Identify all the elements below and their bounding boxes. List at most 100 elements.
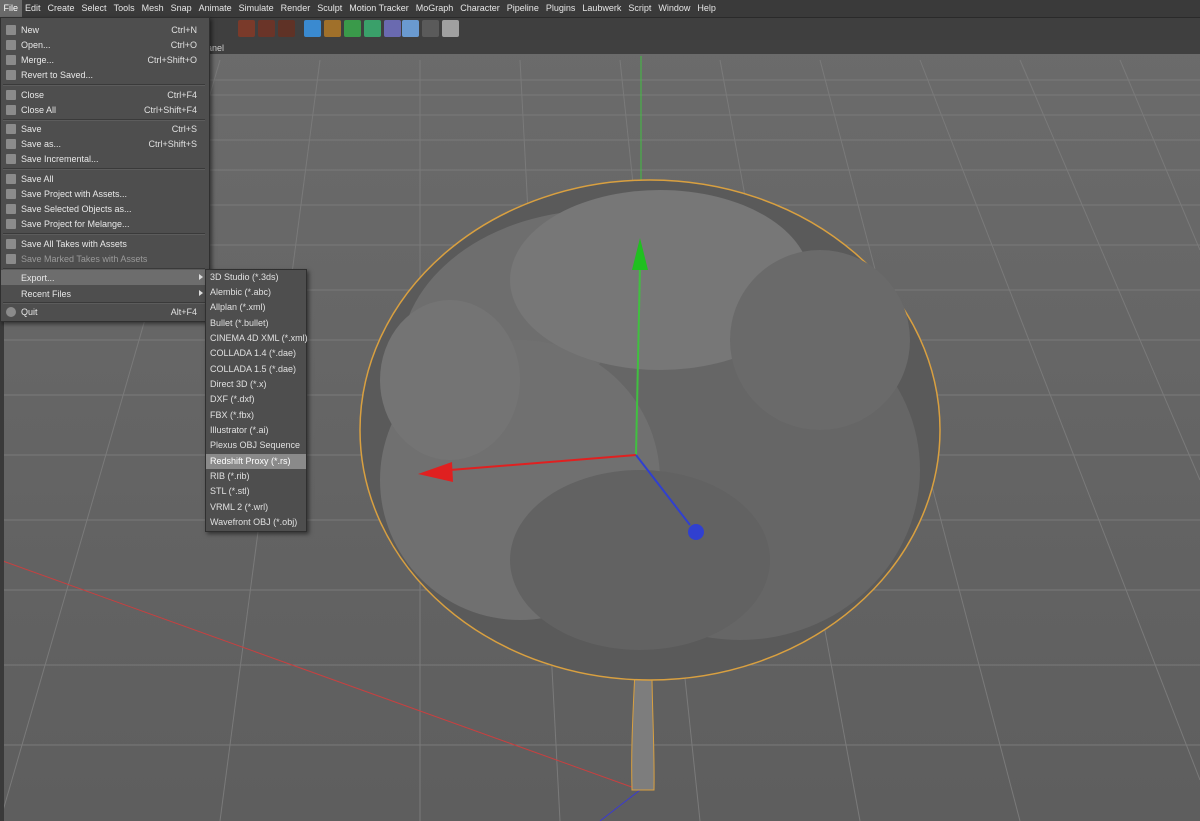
menu-item-label: Save Project for Melange... bbox=[21, 218, 130, 229]
render-view-icon[interactable] bbox=[238, 20, 255, 37]
menu-separator bbox=[3, 84, 205, 86]
export-item-collada-15[interactable]: COLLADA 1.5 (*.dae) bbox=[206, 362, 306, 377]
menu-item-label: Export... bbox=[21, 272, 55, 283]
save-melange-icon bbox=[6, 218, 16, 229]
menu-laubwerk[interactable]: Laubwerk bbox=[579, 0, 625, 17]
menu-item-save-marked-takes: Save Marked Takes with Assets bbox=[1, 251, 207, 266]
export-item-bullet[interactable]: Bullet (*.bullet) bbox=[206, 316, 306, 331]
menu-item-label: Save Selected Objects as... bbox=[21, 203, 132, 214]
menu-render[interactable]: Render bbox=[277, 0, 314, 17]
tree-foliage[interactable] bbox=[359, 179, 941, 681]
export-item-3ds[interactable]: 3D Studio (*.3ds) bbox=[206, 270, 306, 285]
save-takes-icon bbox=[6, 238, 16, 249]
menu-item-merge[interactable]: Merge... Ctrl+Shift+O bbox=[1, 52, 207, 67]
menu-separator bbox=[3, 168, 205, 170]
menu-pipeline[interactable]: Pipeline bbox=[503, 0, 542, 17]
new-file-icon bbox=[6, 24, 16, 35]
menu-item-save-all[interactable]: Save All bbox=[1, 171, 207, 186]
menu-create[interactable]: Create bbox=[44, 0, 78, 17]
menu-item-close-all[interactable]: Close All Ctrl+Shift+F4 bbox=[1, 102, 207, 117]
menu-item-label: Close bbox=[21, 89, 45, 100]
menu-item-open[interactable]: Open... Ctrl+O bbox=[1, 37, 207, 52]
menu-item-new[interactable]: New Ctrl+N bbox=[1, 22, 207, 37]
menu-sculpt[interactable]: Sculpt bbox=[314, 0, 346, 17]
menu-item-label: Save Marked Takes with Assets bbox=[21, 253, 148, 264]
submenu-arrow-icon bbox=[199, 274, 203, 280]
menu-character[interactable]: Character bbox=[457, 0, 504, 17]
menu-item-save-melange[interactable]: Save Project for Melange... bbox=[1, 216, 207, 231]
menu-select[interactable]: Select bbox=[78, 0, 110, 17]
menu-edit[interactable]: Edit bbox=[22, 0, 45, 17]
save-project-icon bbox=[6, 188, 16, 199]
menu-item-quit[interactable]: Quit Alt+F4 bbox=[1, 304, 207, 319]
light-icon[interactable] bbox=[442, 20, 459, 37]
export-item-dxf[interactable]: DXF (*.dxf) bbox=[206, 392, 306, 407]
export-item-vrml2[interactable]: VRML 2 (*.wrl) bbox=[206, 500, 306, 515]
camera-icon[interactable] bbox=[422, 20, 439, 37]
menu-item-revert[interactable]: Revert to Saved... bbox=[1, 67, 207, 82]
subdivision-icon[interactable] bbox=[344, 20, 361, 37]
export-item-collada-14[interactable]: COLLADA 1.4 (*.dae) bbox=[206, 346, 306, 361]
menu-item-shortcut: Ctrl+O bbox=[170, 39, 197, 50]
menu-item-label: Save All Takes with Assets bbox=[21, 238, 127, 249]
menu-item-shortcut: Ctrl+Shift+F4 bbox=[143, 104, 197, 115]
export-item-stl[interactable]: STL (*.stl) bbox=[206, 484, 306, 499]
pen-icon[interactable] bbox=[324, 20, 341, 37]
menu-snap[interactable]: Snap bbox=[167, 0, 195, 17]
menu-item-export[interactable]: Export... bbox=[1, 270, 207, 285]
export-item-alembic[interactable]: Alembic (*.abc) bbox=[206, 285, 306, 300]
menu-window[interactable]: Window bbox=[655, 0, 694, 17]
menu-item-save-as[interactable]: Save as... Ctrl+Shift+S bbox=[1, 136, 207, 151]
menu-mesh[interactable]: Mesh bbox=[138, 0, 167, 17]
menu-item-label: Revert to Saved... bbox=[21, 69, 94, 80]
menu-motion-tracker[interactable]: Motion Tracker bbox=[346, 0, 413, 17]
export-item-rib[interactable]: RIB (*.rib) bbox=[206, 469, 306, 484]
menu-item-label: Save All bbox=[21, 173, 54, 184]
export-submenu: 3D Studio (*.3ds) Alembic (*.abc) Allpla… bbox=[205, 269, 308, 532]
menu-mograph[interactable]: MoGraph bbox=[412, 0, 457, 17]
gizmo-z-handle[interactable] bbox=[688, 524, 704, 540]
cube-icon[interactable] bbox=[304, 20, 321, 37]
export-item-c4d-xml[interactable]: CINEMA 4D XML (*.xml) bbox=[206, 331, 308, 346]
power-icon bbox=[6, 306, 16, 317]
menu-item-save-all-takes[interactable]: Save All Takes with Assets bbox=[1, 236, 207, 251]
menu-tools[interactable]: Tools bbox=[110, 0, 138, 17]
menu-file[interactable]: File bbox=[0, 0, 22, 17]
export-item-wavefront-obj[interactable]: Wavefront OBJ (*.obj) bbox=[206, 515, 306, 530]
save-incremental-icon bbox=[6, 153, 16, 164]
cloner-icon[interactable] bbox=[364, 20, 381, 37]
export-item-fbx[interactable]: FBX (*.fbx) bbox=[206, 408, 306, 423]
menu-item-save-incremental[interactable]: Save Incremental... bbox=[1, 151, 207, 166]
export-item-direct3d[interactable]: Direct 3D (*.x) bbox=[206, 377, 306, 392]
render-picture-viewer-icon[interactable] bbox=[258, 20, 275, 37]
floor-icon[interactable] bbox=[402, 20, 419, 37]
menu-item-shortcut: Ctrl+Shift+O bbox=[147, 54, 197, 65]
menu-help[interactable]: Help bbox=[694, 0, 720, 17]
save-marked-takes-icon bbox=[6, 253, 16, 264]
menu-item-recent-files[interactable]: Recent Files bbox=[1, 286, 207, 301]
menu-item-label: Save bbox=[21, 123, 42, 134]
render-settings-icon[interactable] bbox=[278, 20, 295, 37]
menu-script[interactable]: Script bbox=[625, 0, 655, 17]
export-item-plexus-obj[interactable]: Plexus OBJ Sequence bbox=[206, 438, 306, 453]
menu-item-shortcut: Ctrl+F4 bbox=[167, 89, 197, 100]
menu-animate[interactable]: Animate bbox=[195, 0, 235, 17]
merge-icon bbox=[6, 54, 16, 65]
menu-item-close[interactable]: Close Ctrl+F4 bbox=[1, 87, 207, 102]
menu-plugins[interactable]: Plugins bbox=[542, 0, 579, 17]
blank-icon bbox=[6, 289, 16, 299]
export-item-allplan[interactable]: Allplan (*.xml) bbox=[206, 300, 306, 315]
save-selected-icon bbox=[6, 203, 16, 214]
export-item-illustrator[interactable]: Illustrator (*.ai) bbox=[206, 423, 306, 438]
menu-separator bbox=[3, 233, 205, 235]
export-item-redshift-proxy[interactable]: Redshift Proxy (*.rs) bbox=[206, 454, 306, 469]
save-as-icon bbox=[6, 138, 16, 149]
menu-item-save-project-assets[interactable]: Save Project with Assets... bbox=[1, 186, 207, 201]
blank-icon bbox=[6, 273, 16, 283]
menu-item-save-selected[interactable]: Save Selected Objects as... bbox=[1, 201, 207, 216]
menu-item-label: Recent Files bbox=[21, 288, 72, 299]
menu-item-save[interactable]: Save Ctrl+S bbox=[1, 121, 207, 136]
menu-simulate[interactable]: Simulate bbox=[235, 0, 277, 17]
save-icon bbox=[6, 123, 16, 134]
deformer-icon[interactable] bbox=[384, 20, 401, 37]
